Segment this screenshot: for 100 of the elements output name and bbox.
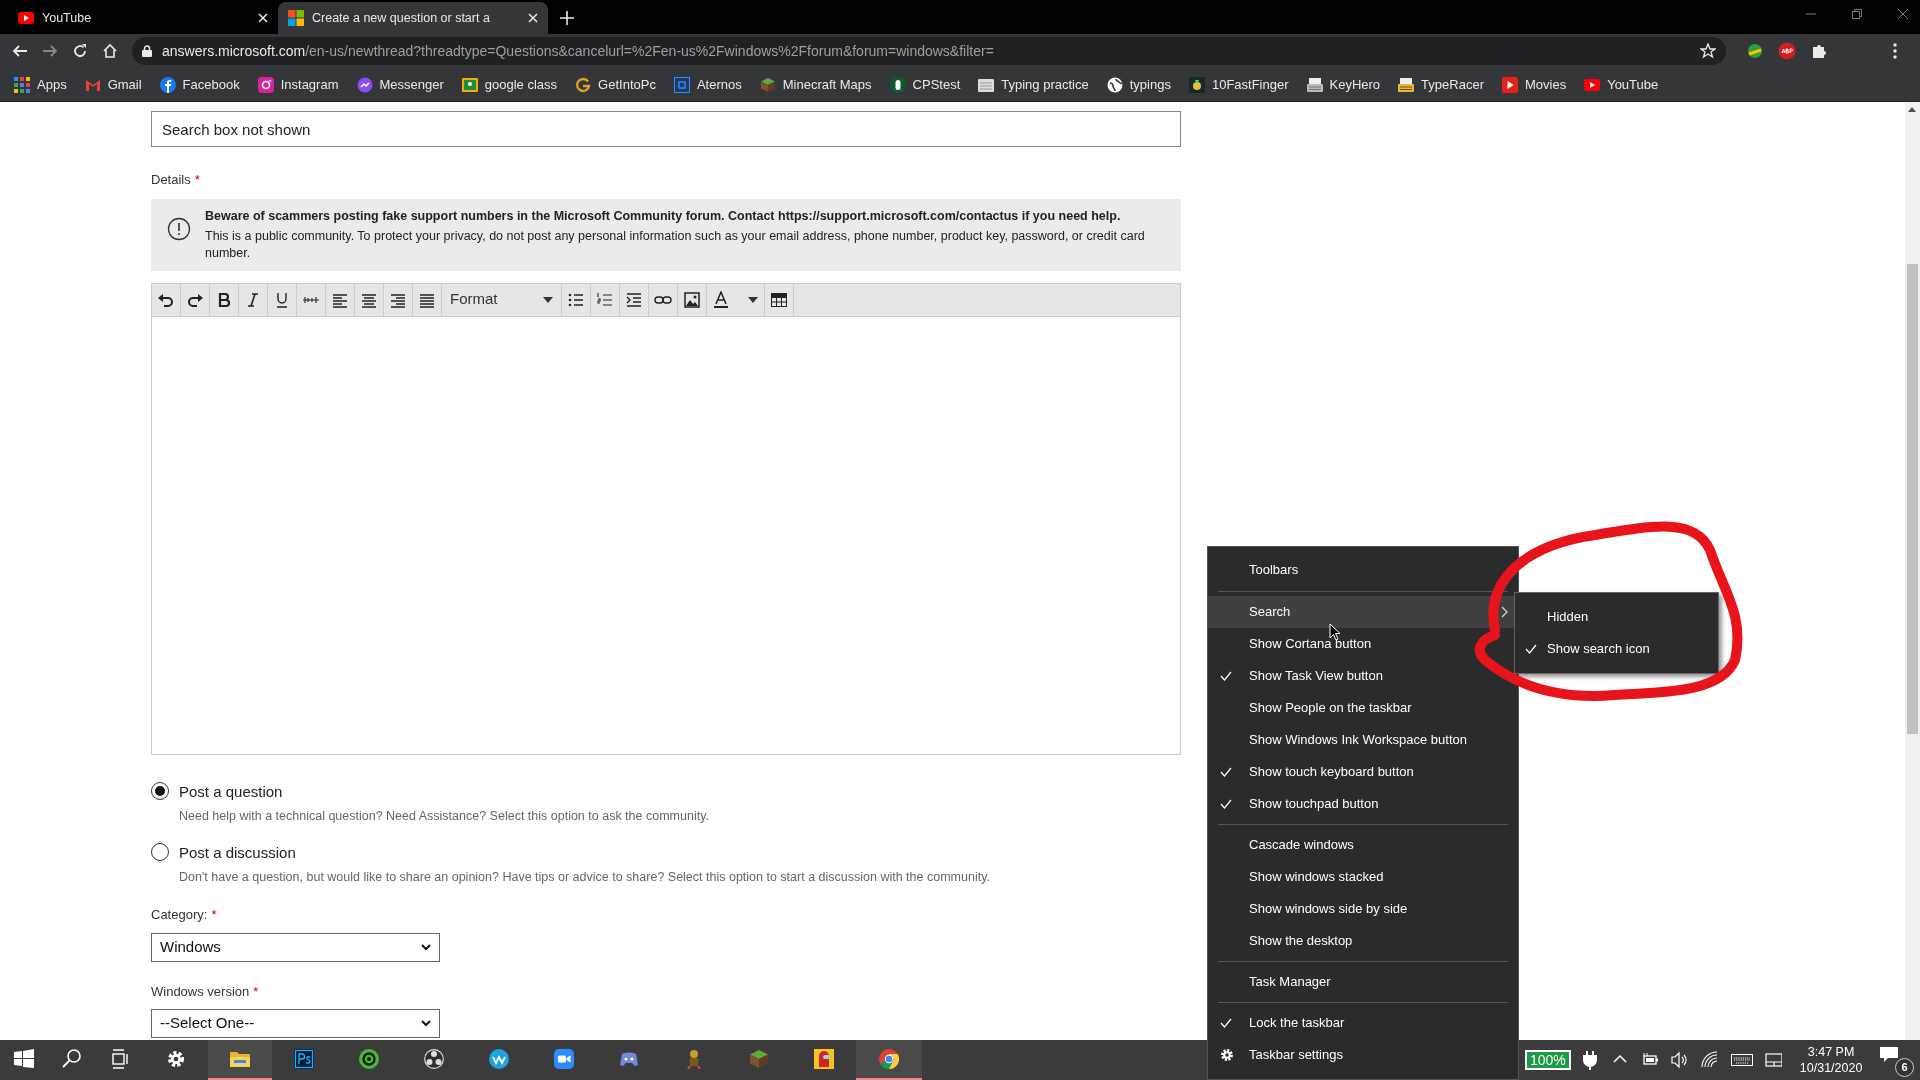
puzzle-icon[interactable] [1810,42,1828,60]
message-icon [1880,1047,1898,1063]
bookmark[interactable]: TypeRacer [1398,74,1484,95]
bookmark[interactable]: Facebook [159,74,240,95]
play-icon [18,10,34,26]
bookmark[interactable]: Movies [1501,74,1567,95]
bookmark[interactable]: CPStest [889,74,961,95]
menu-item[interactable]: Show search icon [1515,633,1718,665]
menu-item[interactable]: Show windows side by side [1208,893,1518,925]
bookmark[interactable]: GetIntoPc [575,74,656,95]
folder-icon [230,1049,250,1069]
star-icon[interactable] [1700,43,1716,59]
text-color-icon[interactable] [713,290,729,309]
option-description: Need help with a technical question? Need Assistance? Select this option to ask the community. [179,808,709,825]
keyboard-icon [978,76,995,93]
menu-item[interactable]: Show Task View button [1208,660,1518,692]
typewriter-icon [1398,76,1415,93]
clock[interactable]: 3:47 PM 10/31/2020 [1793,1044,1869,1076]
radio-label: Post a question [179,781,284,802]
notification-center-button[interactable]: 6 [1880,1043,1914,1077]
address-bar[interactable]: answers.microsoft.com/en-us/newthread?threadtype=Questions&cancelurl=%2Fen-us%2Fwindows%2Fforum&forum=windows&filter= [132,37,1726,65]
windows-logo-icon [14,1049,34,1069]
bookmark[interactable]: typings [1106,74,1171,95]
menu-item[interactable]: Show windows stacked [1208,861,1518,893]
reload-icon[interactable] [72,43,88,59]
typewriter-icon [1306,76,1323,93]
forward-icon[interactable] [42,43,58,59]
menu-item[interactable]: Show Cortana button [1208,628,1518,660]
wifi-icon[interactable] [1700,1050,1719,1070]
tab-title: Create a new question or start a [312,9,491,27]
chevron-down-icon [421,1020,431,1027]
f-circle-icon [159,76,176,93]
rich-text-editor[interactable]: Format [151,282,1181,755]
menu-item[interactable]: Lock the taskbar [1208,1007,1518,1039]
play-icon [1584,76,1601,93]
bookmark[interactable]: 10FastFinger [1188,74,1289,95]
scroll-up-icon[interactable] [1908,107,1916,112]
image-icon[interactable] [683,290,701,309]
chrome-icon [879,1049,899,1069]
menu-item[interactable]: Show People on the taskbar [1208,692,1518,724]
title-input[interactable]: Search box not shown [151,111,1181,147]
bookmark[interactable]: KeyHero [1306,74,1381,95]
browser-tab[interactable]: YouTube [8,2,278,34]
menu-item[interactable]: Show Windows Ink Workspace button [1208,724,1518,756]
menu-item[interactable]: Taskbar settings [1208,1039,1518,1071]
cursor-icon [1329,623,1341,641]
menu-item[interactable]: Show touch keyboard button [1208,756,1518,788]
ps-square-icon [294,1049,314,1069]
checkmark-icon [1220,799,1232,809]
bookmark[interactable]: Minecraft Maps [759,74,872,95]
menu-item[interactable]: Show touchpad button [1208,788,1518,820]
taskbar-button[interactable] [856,1040,922,1080]
field-label: Details [151,171,191,189]
restore-icon[interactable] [1852,9,1862,19]
notice-text: Beware of scammers posting fake support numbers in the Microsoft Community forum. Contact https://support.microsoft.com/contactus if you need help. [205,207,1122,225]
select-dropdown[interactable]: --Select One-- [151,1009,440,1038]
numbered-list-icon[interactable] [596,290,614,309]
menu-item[interactable]: Cascade windows [1208,829,1518,861]
back-icon[interactable] [12,43,28,59]
indent-icon[interactable] [625,290,643,309]
menu-item[interactable]: Hidden [1515,601,1718,633]
checkmark-icon [1525,644,1537,654]
taskbar-button[interactable] [208,1040,272,1080]
speaker-icon[interactable] [1671,1050,1690,1070]
grid-icon [14,76,30,93]
checkmark-icon [1220,1018,1232,1028]
globe-extension-icon[interactable] [1746,42,1764,60]
caret-icon[interactable] [748,296,758,303]
bookmark[interactable]: Typing practice [978,74,1089,95]
home-icon[interactable] [102,43,118,59]
radio-label: Post a discussion [179,842,297,863]
menu-item[interactable]: Show the desktop [1208,925,1518,957]
classroom-icon [461,76,478,93]
adblock-extension-icon[interactable] [1778,42,1796,60]
notice-text: This is a public community. To protect your privacy, do not post any personal information such as your email address, phone number, product key, password, or credit card number. [205,227,1146,262]
scrollbar[interactable] [1905,102,1920,1040]
battery-percent: 100% [1525,1050,1571,1070]
touchpad-icon[interactable] [1764,1050,1783,1070]
menu-item[interactable]: Task Manager [1208,966,1518,998]
caret-icon [543,296,553,303]
aperture-icon [424,1049,444,1069]
app-tile-icon [814,1049,834,1069]
bookmark[interactable]: YouTube [1584,74,1659,95]
chevron-down-icon [421,943,431,951]
format-dropdown[interactable]: Format [442,283,562,316]
bookmark[interactable]: Apps [14,74,67,95]
bookmark[interactable]: google class [461,74,558,95]
menu-item[interactable]: Toolbars [1208,553,1518,587]
bookmark[interactable]: Aternos [673,74,742,95]
table-icon[interactable] [771,292,787,307]
bookmark[interactable]: Instagram [257,74,339,95]
bookmark[interactable]: Messenger [356,74,444,95]
plus-icon[interactable] [560,11,574,25]
checkmark-icon [1220,767,1232,777]
notification-count: 6 [1895,1058,1914,1077]
g-letter-icon [575,76,592,93]
select-dropdown[interactable]: Windows [151,932,440,962]
bookmark[interactable]: Gmail [84,74,142,95]
wave-circle-icon [489,1049,509,1069]
browser-tab[interactable]: Create a new question or start a [278,2,548,34]
